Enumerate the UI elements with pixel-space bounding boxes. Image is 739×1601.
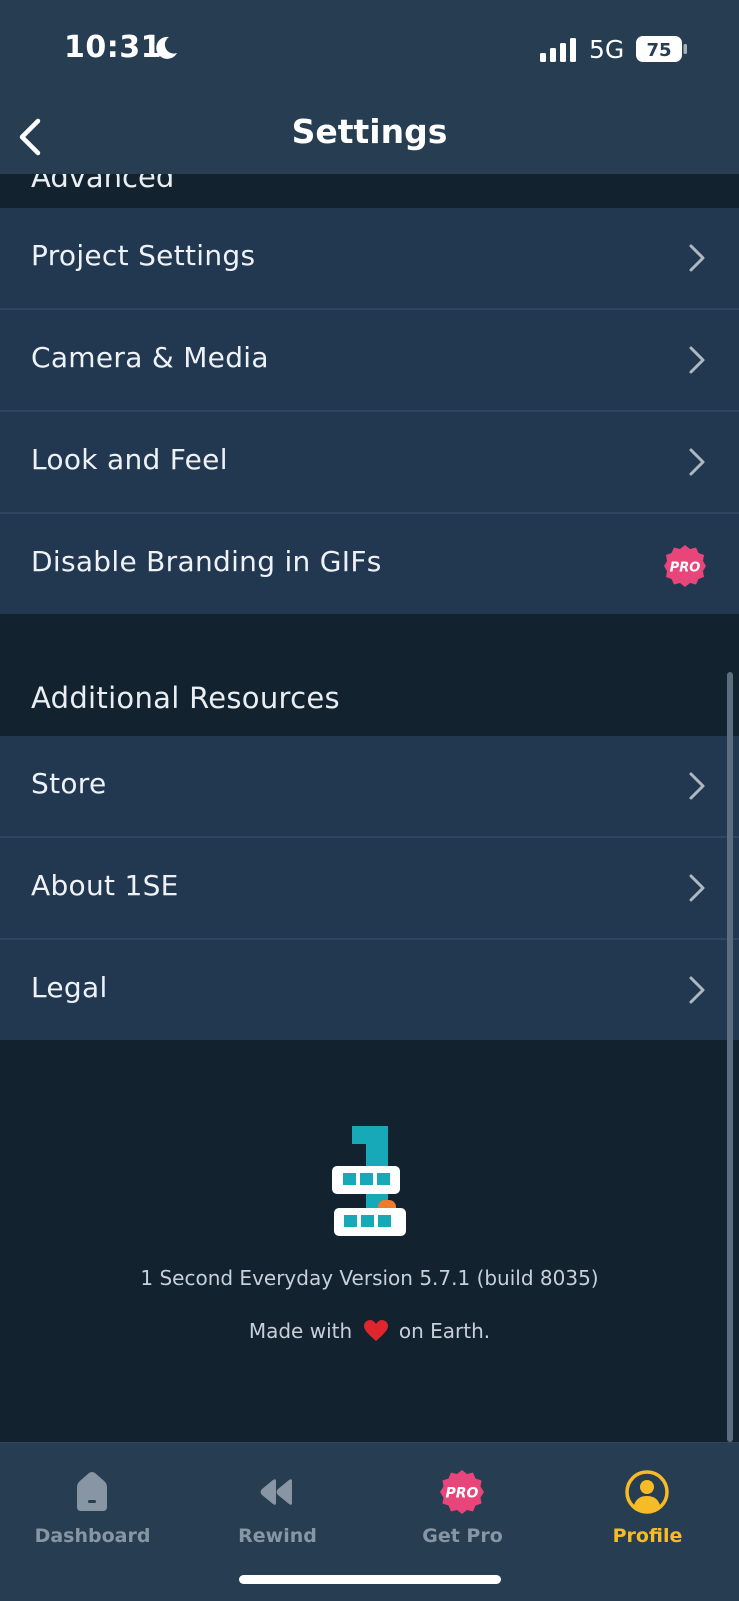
pro-badge-icon: PRO — [664, 545, 706, 587]
network-type: 5G — [589, 35, 625, 64]
section-title-resources: Additional Resources — [31, 681, 340, 715]
tab-label: Dashboard — [34, 1525, 151, 1547]
profile-icon — [625, 1470, 669, 1514]
row-label: Disable Branding in GIFs — [31, 545, 382, 578]
row-label: Camera & Media — [31, 341, 269, 374]
battery-icon: 75 — [636, 36, 687, 62]
row-store[interactable]: Store — [0, 736, 739, 836]
chevron-right-icon — [689, 874, 705, 902]
pro-badge-label: PRO — [670, 561, 701, 576]
chevron-right-icon — [689, 976, 705, 1004]
pro-badge-icon: PRO — [440, 1470, 484, 1514]
chevron-right-icon — [689, 346, 705, 374]
house-icon — [77, 1472, 107, 1511]
section-title-advanced: Advanced — [31, 174, 175, 194]
chevron-right-icon — [689, 772, 705, 800]
row-look-and-feel[interactable]: Look and Feel — [0, 412, 739, 512]
pro-badge-label: PRO — [446, 1486, 479, 1502]
row-project-settings[interactable]: Project Settings — [0, 208, 739, 308]
section-header-advanced: Advanced — [0, 174, 739, 208]
home-indicator[interactable] — [239, 1575, 501, 1584]
rewind-icon — [260, 1479, 292, 1505]
row-label: About 1SE — [31, 869, 179, 902]
tab-rewind[interactable]: Rewind — [185, 1457, 370, 1557]
tab-label: Profile — [612, 1525, 683, 1547]
chevron-right-icon — [689, 244, 705, 272]
version-text: 1 Second Everyday Version 5.7.1 (build 8… — [140, 1266, 599, 1290]
row-camera-media[interactable]: Camera & Media — [0, 310, 739, 410]
nav-bar: Settings — [0, 100, 739, 174]
page-title: Settings — [291, 112, 448, 151]
chevron-right-icon — [689, 448, 705, 476]
signal-icon — [540, 38, 576, 62]
made-with-prefix: Made with — [248, 1319, 353, 1343]
status-bar: 10:31 5G 75 — [0, 0, 739, 100]
moon-icon — [156, 36, 177, 59]
tab-get-pro[interactable]: PRO Get Pro — [370, 1457, 555, 1557]
row-label: Store — [31, 767, 107, 800]
battery-level: 75 — [646, 40, 671, 61]
row-label: Project Settings — [31, 239, 256, 272]
row-disable-branding[interactable]: Disable Branding in GIFs PRO — [0, 514, 739, 614]
made-with-suffix: on Earth. — [398, 1319, 491, 1343]
tab-label: Rewind — [238, 1525, 317, 1547]
made-with-text: Made with on Earth. — [0, 1319, 739, 1343]
app-logo-icon — [332, 1126, 406, 1236]
row-legal[interactable]: Legal — [0, 940, 739, 1040]
tab-profile[interactable]: Profile — [555, 1457, 739, 1557]
row-about[interactable]: About 1SE — [0, 838, 739, 938]
row-label: Look and Feel — [31, 443, 228, 476]
tab-label: Get Pro — [422, 1525, 503, 1547]
heart-icon — [363, 1320, 388, 1341]
status-time: 10:31 — [64, 30, 162, 65]
row-label: Legal — [31, 971, 108, 1004]
tab-dashboard[interactable]: Dashboard — [0, 1457, 185, 1557]
